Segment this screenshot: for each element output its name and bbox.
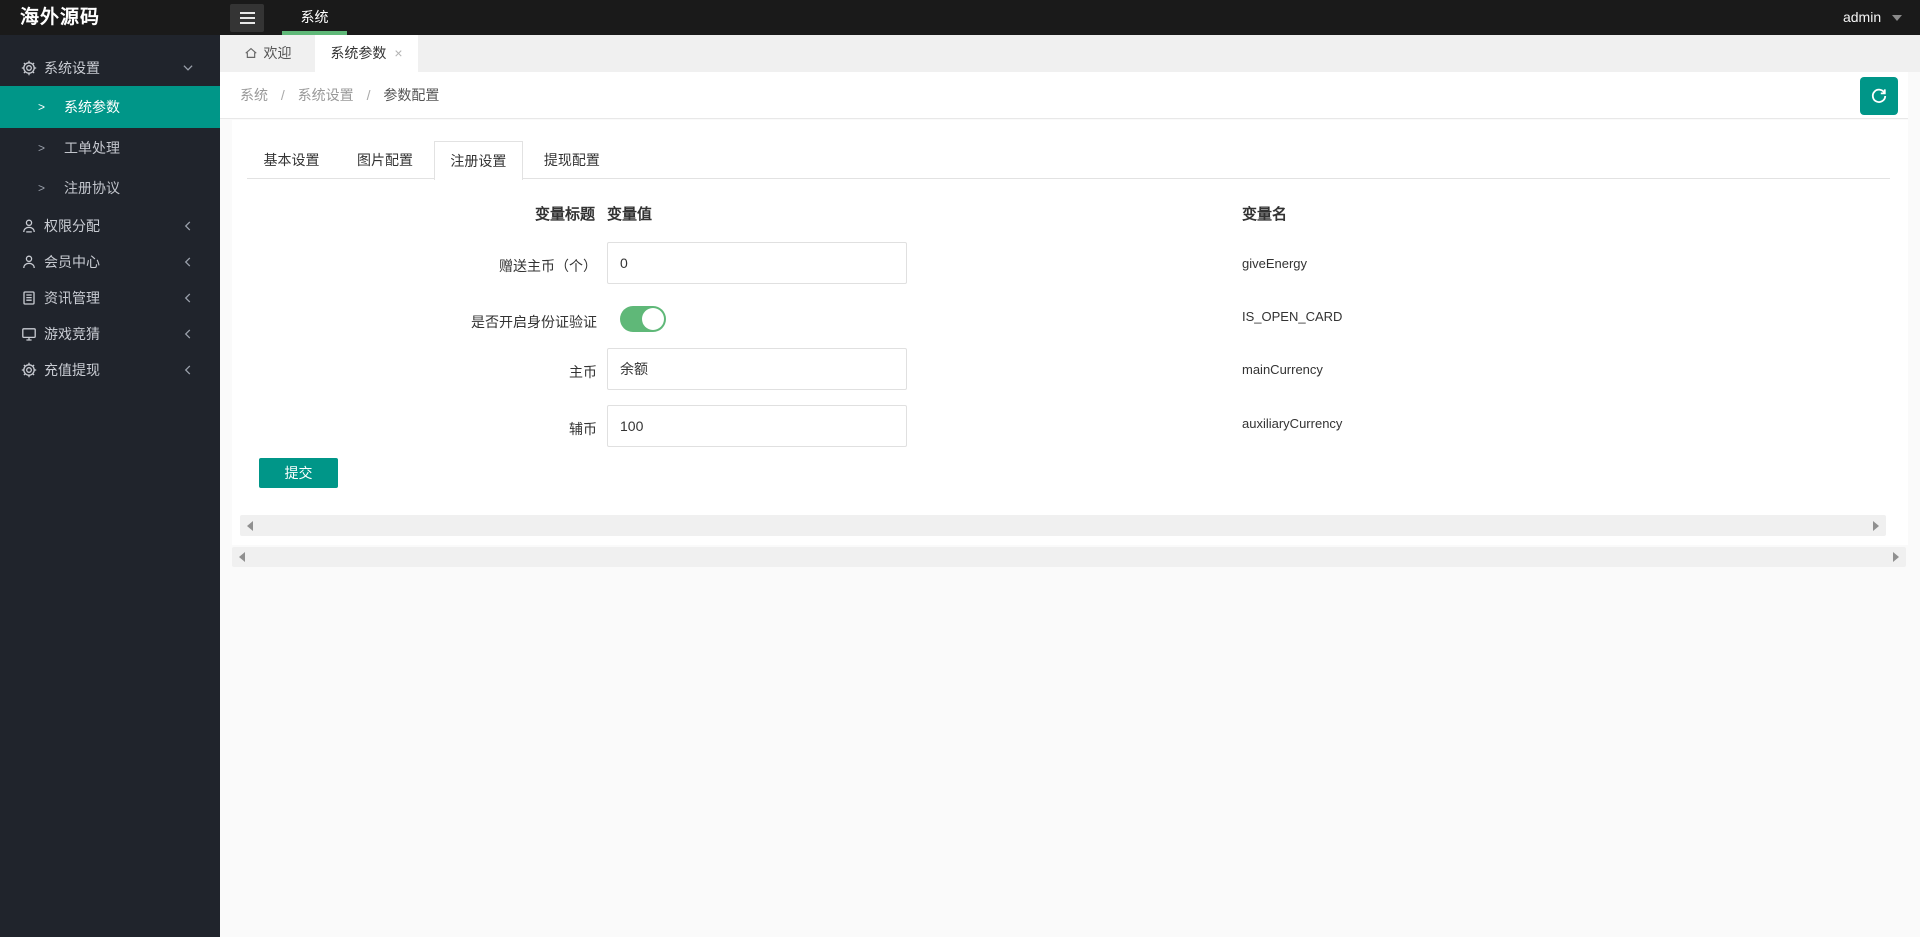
variable-name: giveEnergy [1242, 256, 1308, 271]
app-logo: 海外源码 [20, 7, 101, 28]
horizontal-scrollbar-inner[interactable] [240, 515, 1886, 536]
chevron-left-icon [183, 257, 193, 267]
tab-basic-settings[interactable]: 基本设置 [247, 141, 336, 178]
give-energy-input[interactable] [607, 242, 907, 284]
breadcrumb: 系统 / 系统设置 / 参数配置 [240, 87, 440, 103]
scroll-right-arrow[interactable] [1873, 520, 1879, 531]
chevron-down-icon [183, 63, 193, 73]
hamburger-icon [239, 12, 255, 14]
sidebar-group-games[interactable]: 游戏竞猜 [0, 316, 220, 352]
user-icon [21, 254, 37, 270]
scroll-left-arrow[interactable] [247, 520, 253, 531]
field-label: 辅币 [569, 421, 597, 437]
chevron-left-icon [183, 221, 193, 231]
scroll-left-arrow[interactable] [239, 552, 245, 562]
sidebar-item-system-params[interactable]: > 系统参数 [0, 86, 220, 128]
scroll-right-arrow[interactable] [1893, 552, 1899, 562]
tab-welcome[interactable]: 欢迎 [220, 35, 315, 72]
sidebar: 系统设置 > 系统参数 > 工单处理 > 注册协议 权限分配 会员中心 资讯管理… [0, 35, 220, 937]
variable-name: mainCurrency [1242, 362, 1323, 377]
tab-register-settings[interactable]: 注册设置 [433, 141, 523, 180]
auxiliary-currency-input[interactable] [607, 405, 907, 447]
sidebar-group-label: 系统设置 [44, 60, 100, 76]
tab-withdraw-config[interactable]: 提现配置 [527, 141, 616, 178]
settings-tabs: 基本设置 图片配置 注册设置 提现配置 [247, 141, 1890, 180]
sidebar-item-work-orders[interactable]: > 工单处理 [0, 128, 220, 168]
chevron-down-icon [1892, 15, 1902, 22]
column-header-value: 变量值 [607, 206, 653, 223]
field-label: 主币 [569, 364, 597, 380]
breadcrumb-system-settings[interactable]: 系统设置 [298, 87, 354, 103]
horizontal-scrollbar-outer[interactable] [232, 547, 1906, 567]
sidebar-item-register-agreement[interactable]: > 注册协议 [0, 168, 220, 208]
variable-name: auxiliaryCurrency [1242, 416, 1343, 431]
refresh-icon [1871, 88, 1887, 103]
topbar: 海外源码 系统 admin [0, 0, 1920, 35]
tab-system-params[interactable]: 系统参数 × [315, 35, 418, 72]
active-nav-underline [282, 31, 347, 35]
breadcrumb-system[interactable]: 系统 [240, 87, 268, 103]
id-verification-toggle[interactable] [620, 306, 666, 332]
breadcrumb-bar: 系统 / 系统设置 / 参数配置 [220, 72, 1908, 119]
sidebar-group-permissions[interactable]: 权限分配 [0, 208, 220, 244]
monitor-icon [21, 326, 37, 342]
chevron-left-icon [183, 293, 193, 303]
user-menu[interactable]: admin [1843, 0, 1902, 35]
document-icon [21, 290, 37, 306]
topnav-item-system[interactable]: 系统 [282, 0, 347, 35]
chevron-right-icon: > [38, 100, 46, 114]
sidebar-group-news[interactable]: 资讯管理 [0, 280, 220, 316]
breadcrumb-current: 参数配置 [383, 87, 440, 103]
field-label: 是否开启身份证验证 [471, 314, 597, 330]
field-label: 赠送主币（个） [499, 258, 597, 274]
sidebar-group-members[interactable]: 会员中心 [0, 244, 220, 280]
page-tabstrip: 欢迎 系统参数 × [220, 35, 1920, 72]
menu-toggle-button[interactable] [230, 4, 264, 32]
sidebar-group-recharge-withdraw[interactable]: 充值提现 [0, 352, 220, 388]
submit-button[interactable]: 提交 [259, 458, 338, 488]
chevron-left-icon [183, 329, 193, 339]
user-permissions-icon [21, 218, 37, 234]
chevron-right-icon: > [38, 141, 46, 155]
username: admin [1842, 9, 1882, 25]
tab-image-config[interactable]: 图片配置 [340, 141, 429, 178]
close-icon[interactable]: × [394, 35, 402, 72]
column-header-name: 变量名 [1242, 206, 1288, 223]
home-icon [244, 46, 258, 60]
main-area: 欢迎 系统参数 × 系统 / 系统设置 / 参数配置 基本设置 图片配置 注册设置… [220, 35, 1920, 937]
settings-panel: 基本设置 图片配置 注册设置 提现配置 变量标题 变量值 变量名 赠送主币（个）… [232, 120, 1908, 545]
sidebar-group-system-settings[interactable]: 系统设置 [0, 50, 220, 86]
column-header-title: 变量标题 [535, 206, 596, 223]
topnav-item-label: 系统 [300, 9, 329, 25]
chevron-left-icon [183, 365, 193, 375]
variable-name: IS_OPEN_CARD [1242, 309, 1343, 324]
chevron-right-icon: > [38, 181, 46, 195]
refresh-button[interactable] [1860, 77, 1898, 115]
gear-icon [21, 362, 37, 378]
gear-icon [21, 60, 37, 76]
main-currency-input[interactable] [607, 348, 907, 390]
